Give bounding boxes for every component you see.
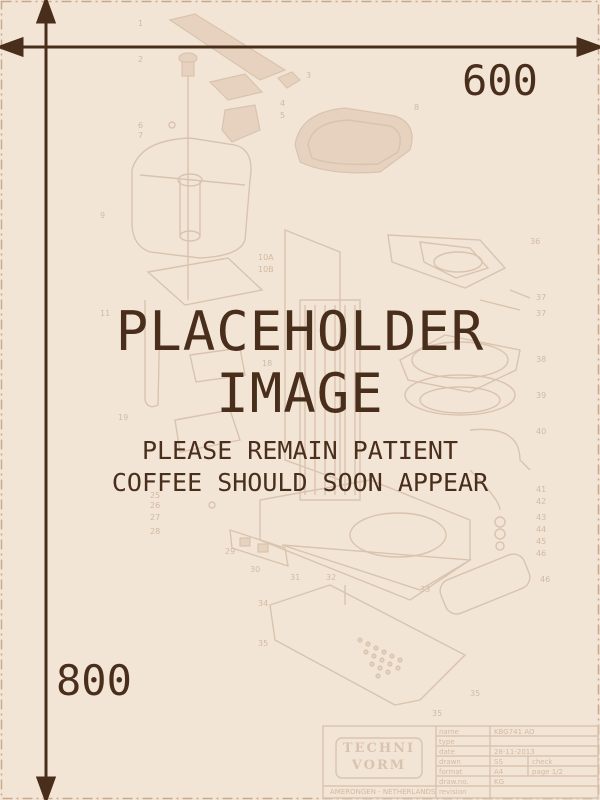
placeholder-canvas: 12 34 56 78 9 10A 10B 11 18 19 25 26 27 28 29…: [0, 0, 600, 800]
svg-text:30: 30: [250, 565, 260, 574]
title-row-value: KG: [494, 778, 505, 786]
svg-text:4: 4: [280, 99, 285, 108]
svg-text:46: 46: [540, 575, 550, 584]
svg-text:3: 3: [306, 71, 311, 80]
title-row-value: A4: [494, 768, 504, 776]
placeholder-title: PLACEHOLDER: [115, 300, 485, 363]
svg-text:10B: 10B: [258, 265, 274, 274]
title-row-label: draw.no.: [439, 778, 469, 786]
title-row-value: KBG741 AO: [494, 728, 535, 736]
title-row-label: drawn: [439, 758, 461, 766]
width-dimension-arrow: [0, 36, 600, 58]
svg-text:27: 27: [150, 513, 160, 522]
width-label: 600: [462, 56, 538, 105]
svg-text:31: 31: [290, 573, 300, 582]
svg-text:26: 26: [150, 501, 160, 510]
svg-text:42: 42: [536, 497, 546, 506]
patience-message: PLEASE REMAIN PATIENT: [141, 436, 459, 465]
company-location: AMERONGEN - NETHERLANDS: [330, 788, 436, 796]
company-logo: TECHNI VORM: [342, 741, 416, 773]
coffee-message: COFFEE SHOULD SOON APPEAR: [111, 468, 489, 497]
svg-text:10A: 10A: [258, 253, 274, 262]
title-row-extra-label: check: [532, 758, 553, 766]
svg-text:35: 35: [470, 689, 480, 698]
title-row-label: format: [439, 768, 463, 776]
svg-text:8: 8: [414, 103, 419, 112]
title-row-extra-label: page 1/2: [532, 768, 563, 776]
svg-text:45: 45: [536, 537, 546, 546]
svg-text:40: 40: [536, 427, 546, 436]
placeholder-subtitle: IMAGE: [216, 362, 384, 425]
svg-text:5: 5: [280, 111, 285, 120]
svg-text:7: 7: [138, 131, 143, 140]
svg-text:33: 33: [420, 585, 430, 594]
svg-text:1: 1: [138, 19, 143, 28]
height-label: 800: [56, 656, 132, 705]
svg-text:46: 46: [536, 549, 546, 558]
svg-text:9: 9: [100, 211, 105, 220]
svg-text:43: 43: [536, 513, 546, 522]
svg-text:34: 34: [258, 599, 268, 608]
svg-text:2: 2: [138, 55, 143, 64]
title-row-value: SS: [494, 758, 503, 766]
svg-text:28: 28: [150, 527, 160, 536]
svg-text:6: 6: [138, 121, 143, 130]
title-row-value: 28-11-2013: [494, 748, 535, 756]
title-row-label: date: [439, 748, 455, 756]
svg-text:44: 44: [536, 525, 546, 534]
svg-text:35: 35: [258, 639, 268, 648]
title-row-label: type: [439, 738, 455, 746]
title-row-label: revision: [439, 788, 467, 796]
svg-text:29: 29: [225, 547, 235, 556]
svg-text:35: 35: [432, 709, 442, 718]
svg-text:32: 32: [326, 573, 336, 582]
title-row-label: name: [439, 728, 459, 736]
svg-text:36: 36: [530, 237, 540, 246]
